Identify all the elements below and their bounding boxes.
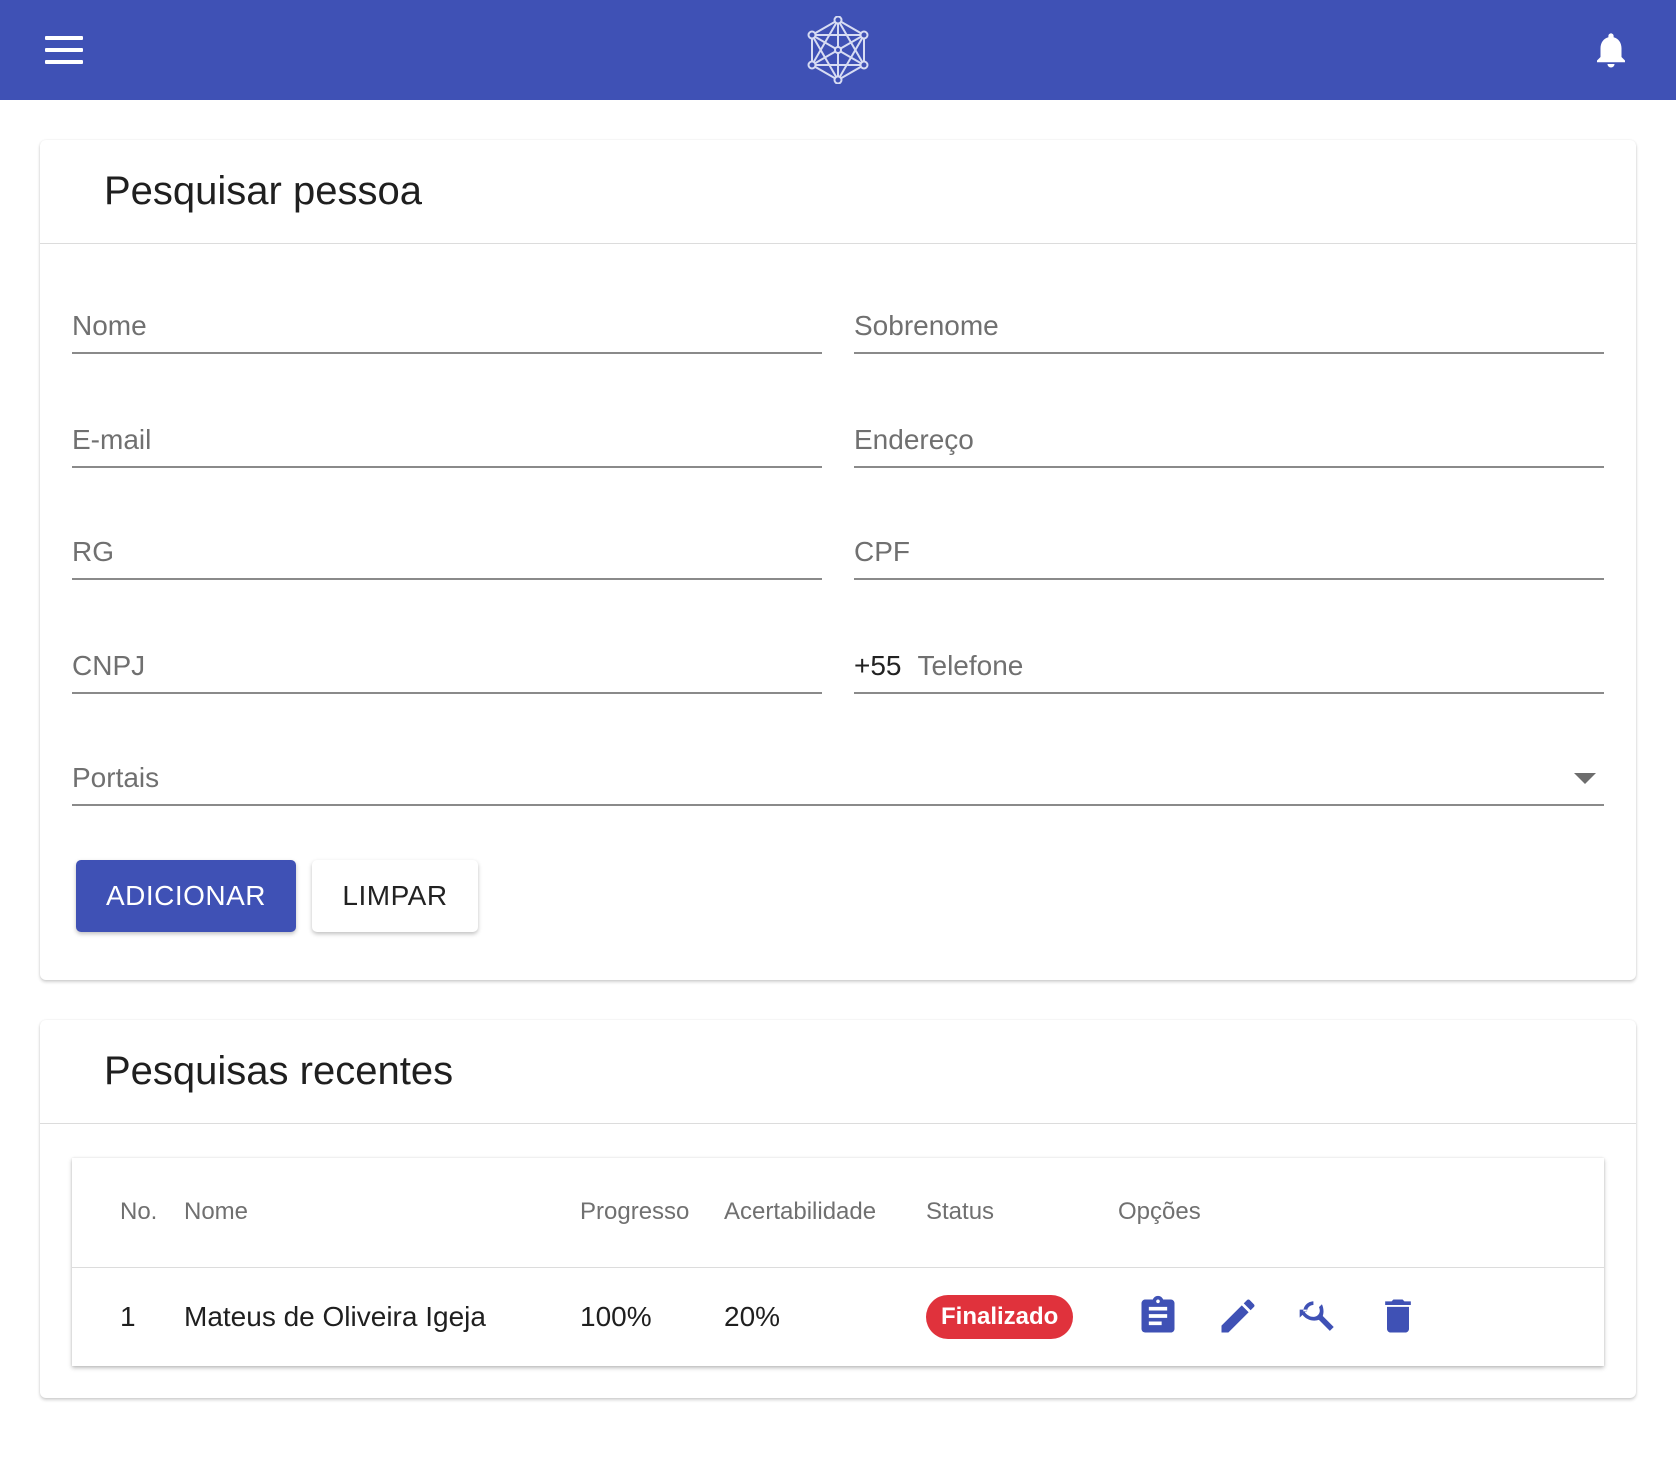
- telefone-field[interactable]: +55 Telefone: [854, 644, 1604, 694]
- search-card-title: Pesquisar pessoa: [104, 169, 422, 213]
- endereco-field[interactable]: Endereço: [854, 418, 1604, 468]
- row-accuracy: 20%: [724, 1301, 781, 1332]
- cpf-placeholder: CPF: [854, 536, 910, 567]
- trash-icon[interactable]: [1376, 1294, 1420, 1338]
- row-number: 1: [120, 1301, 136, 1332]
- recent-searches-card: Pesquisas recentes No. Nome Progresso Ac…: [40, 1020, 1636, 1398]
- email-placeholder: E-mail: [72, 424, 152, 455]
- search-refresh-icon[interactable]: [1296, 1294, 1340, 1338]
- cnpj-placeholder: CNPJ: [72, 650, 146, 681]
- bell-icon[interactable]: [1590, 28, 1632, 72]
- clipboard-icon[interactable]: [1136, 1294, 1180, 1338]
- telefone-placeholder: Telefone: [917, 650, 1024, 681]
- adicionar-button[interactable]: ADICIONAR: [76, 860, 296, 932]
- sobrenome-placeholder: Sobrenome: [854, 310, 999, 341]
- dropdown-arrow-icon: [1574, 773, 1596, 784]
- recent-card-header: Pesquisas recentes: [40, 1020, 1636, 1124]
- column-header-no[interactable]: No.: [120, 1198, 157, 1226]
- column-header-status[interactable]: Status: [926, 1198, 994, 1226]
- nome-field[interactable]: Nome: [72, 304, 822, 354]
- endereco-placeholder: Endereço: [854, 424, 974, 455]
- table-row[interactable]: 1 Mateus de Oliveira Igeja 100% 20% Fina…: [72, 1268, 1604, 1366]
- rg-field[interactable]: RG: [72, 530, 822, 580]
- column-header-progresso[interactable]: Progresso: [580, 1198, 689, 1226]
- nome-placeholder: Nome: [72, 310, 147, 341]
- column-header-opcoes: Opções: [1118, 1198, 1201, 1225]
- menu-icon[interactable]: [34, 25, 94, 75]
- rg-placeholder: RG: [72, 536, 114, 567]
- row-name: Mateus de Oliveira Igeja: [184, 1301, 486, 1332]
- cnpj-field[interactable]: CNPJ: [72, 644, 822, 694]
- row-progress: 100%: [580, 1301, 652, 1332]
- limpar-button[interactable]: LIMPAR: [312, 860, 478, 932]
- table-header: No. Nome Progresso Acertabilidade Status…: [72, 1158, 1604, 1268]
- pencil-icon[interactable]: [1216, 1294, 1260, 1338]
- portais-select[interactable]: Portais: [72, 756, 1604, 806]
- search-card-header: Pesquisar pessoa: [40, 140, 1636, 244]
- status-badge: Finalizado: [926, 1295, 1074, 1339]
- recent-card-title: Pesquisas recentes: [104, 1049, 454, 1093]
- app-bar: [0, 0, 1676, 100]
- telefone-country-prefix: +55: [854, 650, 902, 681]
- recent-searches-table: No. Nome Progresso Acertabilidade Status…: [72, 1158, 1604, 1366]
- email-field[interactable]: E-mail: [72, 418, 822, 468]
- column-header-nome[interactable]: Nome: [184, 1198, 248, 1226]
- portais-placeholder: Portais: [72, 762, 160, 793]
- search-person-card: Pesquisar pessoa Nome Sobrenome E-mail E…: [40, 140, 1636, 980]
- sobrenome-field[interactable]: Sobrenome: [854, 304, 1604, 354]
- network-logo-icon[interactable]: [804, 16, 872, 84]
- column-header-acertabilidade[interactable]: Acertabilidade: [724, 1198, 876, 1226]
- cpf-field[interactable]: CPF: [854, 530, 1604, 580]
